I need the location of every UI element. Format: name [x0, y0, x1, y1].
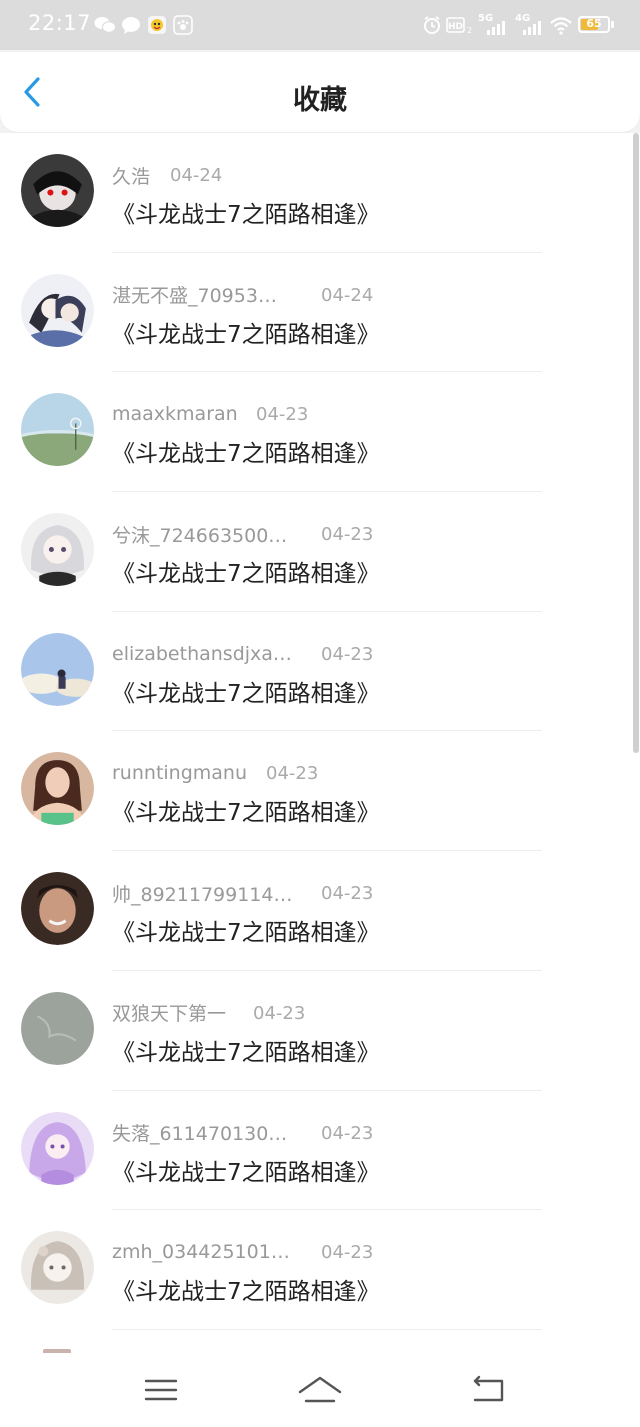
system-nav-bar [0, 1354, 640, 1427]
item-meta: 帅_89211799114… [112, 880, 292, 907]
post-date: 04-23 [253, 1002, 306, 1024]
post-date: 04-23 [321, 883, 374, 905]
5g-signal-icon [484, 16, 508, 38]
post-date: 04-23 [321, 1122, 374, 1144]
list-item[interactable]: 兮沫_724663500… 04-23 《斗龙战士7之陌路相逢》 [0, 492, 640, 612]
post-title[interactable]: 《斗龙战士7之陌路相逢》 [112, 195, 380, 229]
post-title[interactable]: 《斗龙战士7之陌路相逢》 [112, 1153, 380, 1187]
status-time: 22:17 [28, 11, 92, 35]
avatar[interactable] [21, 1231, 94, 1305]
page-title: 收藏 [293, 85, 347, 116]
svg-text:2: 2 [467, 26, 472, 35]
alarm-icon [421, 14, 443, 36]
item-meta: elizabethansdjxa… [112, 642, 292, 666]
post-date: 04-23 [321, 643, 374, 665]
post-title[interactable]: 《斗龙战士7之陌路相逢》 [112, 674, 380, 708]
avatar[interactable] [21, 273, 94, 347]
avatar[interactable] [21, 154, 94, 227]
home-icon [298, 1376, 342, 1403]
scrollbar[interactable] [633, 133, 639, 753]
list-item[interactable]: elizabethansdjxa… 04-23 《斗龙战士7之陌路相逢》 [0, 612, 640, 732]
post-date: 04-23 [321, 524, 374, 546]
list-item[interactable]: zmh_034425101… 04-23 《斗龙战士7之陌路相逢》 [0, 1210, 640, 1330]
item-meta: 失落_611470130… [112, 1121, 287, 1145]
username[interactable]: 帅_89211799114… [112, 880, 292, 907]
post-date: 04-23 [266, 763, 319, 785]
wifi-icon [548, 14, 574, 36]
divider [112, 1328, 542, 1330]
return-icon [473, 1375, 504, 1402]
header: 收藏 [0, 52, 640, 132]
post-title[interactable]: 《斗龙战士7之陌路相逢》 [112, 793, 380, 827]
post-date: 04-24 [321, 284, 374, 306]
post-title[interactable]: 《斗龙战士7之陌路相逢》 [112, 554, 380, 588]
list-item[interactable]: 失落_611470130… 04-23 《斗龙战士7之陌路相逢》 [0, 1091, 640, 1211]
post-title[interactable]: 《斗龙战士7之陌路相逢》 [112, 315, 380, 349]
username[interactable]: 久浩 [112, 162, 150, 189]
status-bar: 22:17 HD 2 5G 4G 65 [0, 0, 640, 50]
username[interactable]: 兮沫_724663500… [112, 521, 287, 548]
list-item[interactable]: 湛无不盛_70953… 04-24 《斗龙战士7之陌路相逢》 [0, 253, 640, 373]
post-title[interactable]: 《斗龙战士7之陌路相逢》 [112, 1272, 380, 1306]
app-badge-icon [146, 14, 168, 36]
list-item[interactable]: runntingmanu 04-23 《斗龙战士7之陌路相逢》 [0, 731, 640, 852]
post-date: 04-23 [256, 404, 309, 426]
item-meta: maaxkmaran [112, 402, 238, 426]
menu-icon [144, 1379, 178, 1401]
list-item[interactable]: maaxkmaran 04-23 《斗龙战士7之陌路相逢》 [0, 372, 640, 493]
post-title[interactable]: 《斗龙战士7之陌路相逢》 [112, 913, 380, 947]
avatar[interactable] [21, 1111, 94, 1185]
item-meta: 湛无不盛_70953… [112, 283, 277, 307]
username[interactable]: elizabethansdjxa… [112, 643, 292, 665]
return-button[interactable] [464, 1372, 514, 1408]
message-icon [120, 14, 142, 36]
username[interactable]: 双狼天下第一 [112, 999, 226, 1026]
avatar[interactable] [21, 632, 94, 706]
avatar[interactable] [21, 752, 94, 826]
hd-icon: HD 2 [446, 14, 472, 36]
list-item[interactable]: 双狼天下第一 04-23 《斗龙战士7之陌路相逢》 [0, 971, 640, 1091]
menu-button[interactable] [136, 1372, 186, 1408]
item-meta: runntingmanu [112, 761, 247, 785]
username[interactable]: zmh_034425101… [112, 1241, 290, 1263]
item-meta: 兮沫_724663500… [112, 521, 287, 548]
list-item[interactable]: 帅_89211799114… 04-23 《斗龙战士7之陌路相逢》 [0, 851, 640, 971]
username[interactable]: 失落_611470130… [112, 1119, 287, 1146]
avatar[interactable] [21, 513, 94, 587]
avatar[interactable] [21, 991, 94, 1065]
battery-label: 65 [586, 17, 602, 30]
avatar[interactable] [21, 393, 94, 467]
wechat-icon [94, 14, 116, 36]
list-item[interactable]: 久浩 04-24 《斗龙战士7之陌路相逢》 [0, 133, 640, 253]
battery-cap [611, 21, 614, 28]
username[interactable]: maaxkmaran [112, 403, 238, 425]
avatar-partial [43, 1349, 71, 1353]
username[interactable]: 湛无不盛_70953… [112, 281, 277, 308]
avatar[interactable] [21, 872, 94, 946]
item-meta: 双狼天下第一 [112, 1001, 226, 1025]
svg-text:HD: HD [448, 22, 463, 32]
post-title[interactable]: 《斗龙战士7之陌路相逢》 [112, 1033, 380, 1067]
post-date: 04-24 [170, 165, 223, 186]
post-title[interactable]: 《斗龙战士7之陌路相逢》 [112, 434, 380, 468]
username[interactable]: runntingmanu [112, 762, 247, 784]
4g-signal-icon [520, 16, 544, 38]
item-meta: zmh_034425101… [112, 1240, 290, 1264]
favorites-list[interactable]: 久浩 04-24 《斗龙战士7之陌路相逢》 湛无不盛_70953… 04-24 《斗龙战士… [0, 133, 640, 1345]
battery-icon: 65 [578, 16, 610, 33]
post-date: 04-23 [321, 1242, 374, 1264]
paw-icon [172, 14, 194, 36]
item-meta: 久浩 [112, 162, 150, 189]
home-button[interactable] [295, 1372, 345, 1408]
